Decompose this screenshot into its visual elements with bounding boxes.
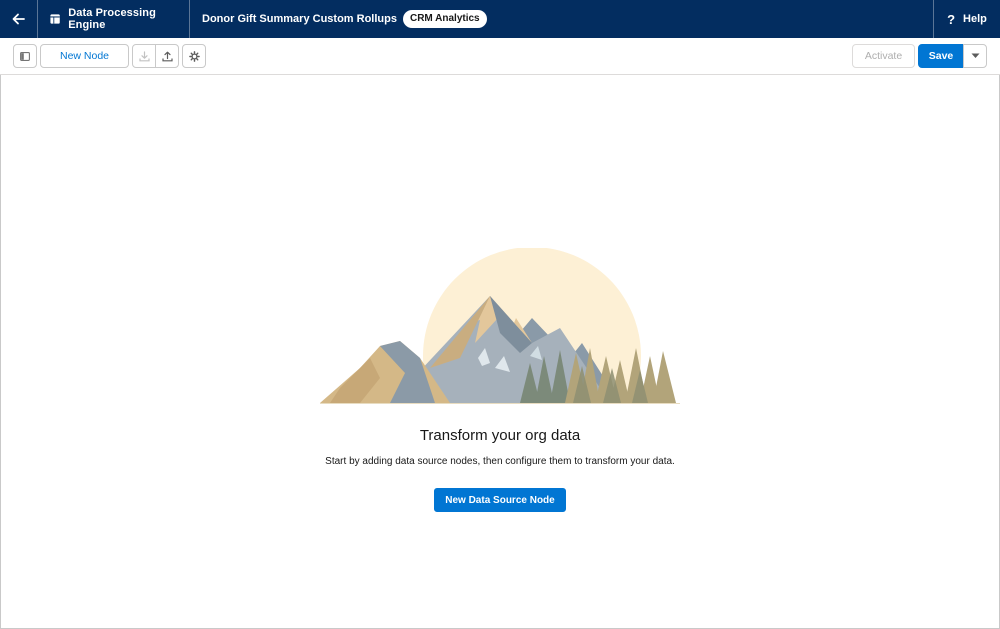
help-label: Help [963,13,987,25]
upload-icon [161,51,173,61]
app-header: Data Processing Engine Donor Gift Summar… [0,0,1000,38]
builder-toolbar: New Node Activate Save [0,38,1000,75]
record-title-section: Donor Gift Summary Custom Rollups CRM An… [190,0,933,38]
help-button[interactable]: ? Help [933,0,1000,38]
activate-button[interactable]: Activate [852,44,915,68]
new-data-source-node-label: New Data Source Node [445,494,555,506]
empty-state-heading: Transform your org data [419,427,581,444]
mountain-illustration [320,248,680,404]
chevron-down-icon [971,53,979,58]
new-node-button[interactable]: New Node [40,44,129,68]
record-name: Donor Gift Summary Custom Rollups [202,13,397,25]
table-icon [50,14,60,24]
save-button[interactable]: Save [918,44,964,68]
activate-label: Activate [864,50,903,62]
new-node-label: New Node [59,50,110,62]
gear-icon [188,50,200,62]
app-name-section: Data Processing Engine [38,0,190,38]
arrow-left-icon [12,13,25,25]
download-button[interactable] [132,44,156,68]
download-icon [138,50,150,61]
panel-toggle-icon [20,51,30,61]
new-data-source-node-button[interactable]: New Data Source Node [434,488,566,512]
crm-analytics-badge: CRM Analytics [402,10,487,28]
help-icon: ? [947,11,956,27]
app-name: Data Processing Engine [68,7,156,31]
back-button[interactable] [0,0,38,38]
save-options-button[interactable] [963,44,987,68]
empty-state-description: Start by adding data source nodes, then … [325,456,675,467]
save-label: Save [928,50,954,62]
settings-button[interactable] [182,44,206,68]
toggle-panel-button[interactable] [13,44,37,68]
upload-button[interactable] [155,44,179,68]
